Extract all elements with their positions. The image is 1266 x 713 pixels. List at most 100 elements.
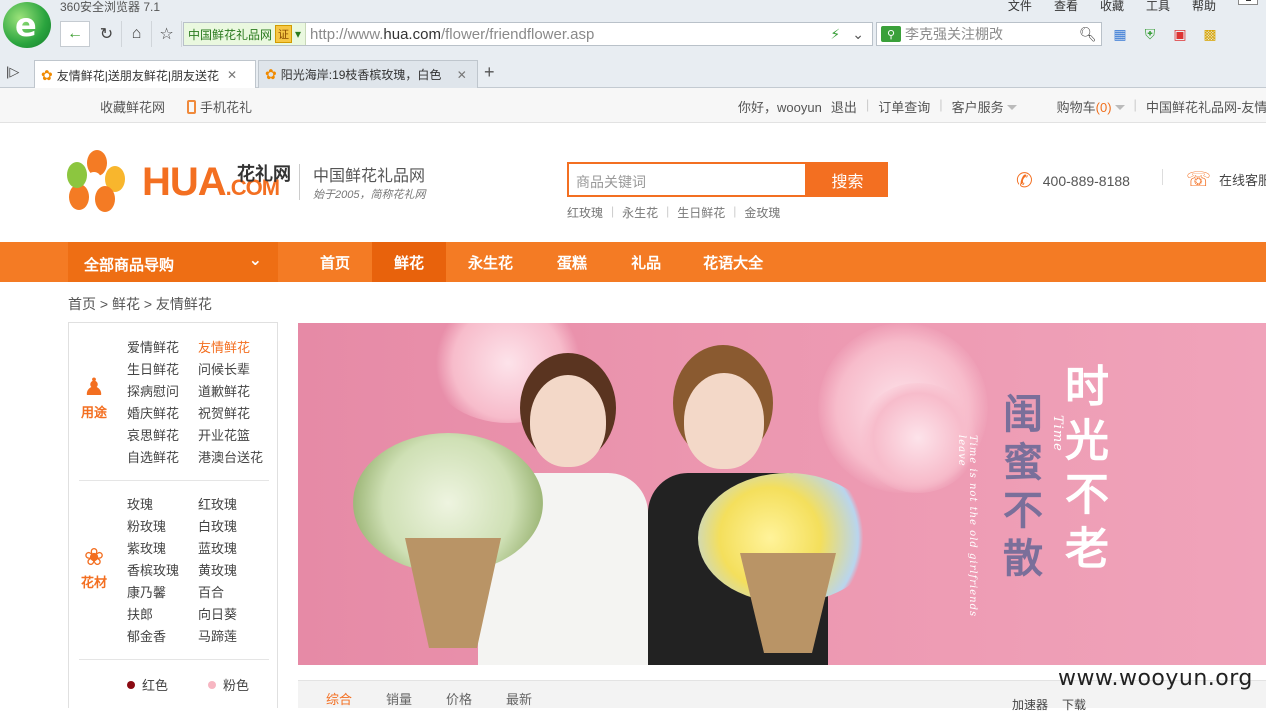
sidebar-item[interactable]: 郁金香 [127,626,198,648]
browser-menu: 文件 查看 收藏 工具 帮助 [1008,0,1266,14]
shield-icon[interactable]: ⛨ [1140,24,1160,44]
hot-word-link[interactable]: 红玫瑰 [567,204,603,221]
cart-count: (0) [1095,100,1112,115]
sidebar-item[interactable]: 百合 [198,582,269,604]
cart-link[interactable]: 购物车(0) [1057,97,1125,116]
address-bar[interactable]: 中国鲜花礼品网 证 ▾ http://www.hua.com/flower/fr… [183,22,873,46]
nav-gifts[interactable]: 礼品 [609,242,683,282]
nav-flowers[interactable]: 鲜花 [372,242,447,282]
logout-link[interactable]: 退出 [831,97,857,116]
browser-search[interactable]: ⚲ 李克强关注棚改 🔍︎ [876,22,1102,46]
accelerator-button[interactable]: 加速器 [1012,696,1048,713]
sidebar-item[interactable]: 婚庆鲜花 [127,403,198,425]
sidebar-item[interactable]: 黄玫瑰 [198,560,269,582]
sidebar-item[interactable]: 向日葵 [198,604,269,626]
divider [79,480,269,481]
star-icon[interactable]: ☆ [152,21,182,47]
lightning-icon[interactable]: ⚡ [830,26,840,43]
extension-icons: ▦ ⛨ ▣ ▩ [1110,24,1220,44]
search-icon[interactable]: 🔍︎ [1079,26,1101,43]
sidebar-item[interactable]: 玫瑰 [127,494,198,516]
sidebar-item[interactable]: 康乃馨 [127,582,198,604]
sidebar-item[interactable]: 白玫瑰 [198,516,269,538]
sidebar-item[interactable]: 自选鲜花 [127,447,198,469]
menu-view[interactable]: 查看 [1054,0,1078,14]
refresh-icon[interactable]: ↻ [92,21,122,47]
status-bar: 加速器 下载 [0,696,1266,712]
banner-headline-1: 时光不老 [1057,363,1108,579]
sidebar-item[interactable]: 香槟玫瑰 [127,560,198,582]
search-button[interactable]: 搜索 [807,162,888,197]
favorite-site-link[interactable]: 收藏鲜花网 [100,97,165,116]
sidebar-item[interactable]: 爱情鲜花 [127,337,198,359]
hotline-number: 400-889-8188 [1042,172,1130,189]
browser-logo-icon: e [3,2,51,48]
site-topbar: 收藏鲜花网 手机花礼 你好，wooyun 退出 | 订单查询 | 客户服务 购物… [0,88,1266,123]
nav-preserved-flowers[interactable]: 永生花 [446,242,535,282]
new-tab-icon[interactable]: + [484,62,495,83]
back-arrow-icon[interactable]: ← [60,21,90,47]
sidebar-item[interactable]: 蓝玫瑰 [198,538,269,560]
all-categories-label: 全部商品导购 [84,257,175,274]
sidebar-item[interactable]: 粉玫瑰 [127,516,198,538]
tab-active[interactable]: ✿ 友情鲜花|送朋友鲜花|朋友送花 ✕ [34,60,256,89]
color-pink-link[interactable]: 粉色 [208,675,249,694]
sidebar-item[interactable]: 马蹄莲 [198,626,269,648]
mobile-gift-link[interactable]: 手机花礼 [187,97,252,116]
sidebar-item[interactable]: 开业花篮 [198,425,269,447]
nav-home[interactable]: 首页 [298,242,372,282]
order-query-link[interactable]: 订单查询 [878,97,930,116]
material-list: 玫瑰 红玫瑰 粉玫瑰 白玫瑰 紫玫瑰 蓝玫瑰 香槟玫瑰 黄玫瑰 康乃馨 百合 扶… [127,494,269,648]
search-engine-icon[interactable]: ⚲ [881,26,901,42]
flower-favicon-icon: ✿ [265,66,277,82]
purpose-list: 爱情鲜花 友情鲜花 生日鲜花 问候长辈 探病慰问 道歉鲜花 婚庆鲜花 祝贺鲜花 … [127,337,269,469]
minimize-icon[interactable] [1238,0,1258,5]
apps-icon[interactable]: ▦ [1110,24,1130,44]
tab-background[interactable]: ✿ 阳光海岸:19枝香槟玫瑰，白色 ✕ [258,60,478,88]
all-categories-dropdown[interactable]: 全部商品导购 ⌄ [68,242,278,282]
online-service-link[interactable]: ☏ 在线客服 [1186,167,1266,192]
customer-service-menu[interactable]: 客户服务 [952,97,1017,116]
menu-file[interactable]: 文件 [1008,0,1032,14]
browser-search-input[interactable]: 李克强关注棚改 [905,24,1079,44]
url-text[interactable]: http://www.hua.com/flower/friendflower.a… [306,26,830,43]
site-logo[interactable]: HUA.COM 花礼网 中国鲜花礼品网 始于2005，简称花礼网 [67,150,432,214]
sidebar-toggle-icon[interactable]: |▷ [6,64,19,80]
pdf-icon[interactable]: ▣ [1170,24,1190,44]
nav-flower-language[interactable]: 花语大全 [683,242,783,282]
menu-favorites[interactable]: 收藏 [1100,0,1124,14]
download-button[interactable]: 下载 [1062,696,1086,713]
nav-cakes[interactable]: 蛋糕 [535,242,609,282]
hot-word-link[interactable]: 金玫瑰 [744,204,780,221]
sidebar-item[interactable]: 红玫瑰 [198,494,269,516]
hot-word-link[interactable]: 生日鲜花 [677,204,725,221]
color-red-link[interactable]: 红色 [127,675,168,694]
material-category: ❀ 花材 [80,544,107,590]
color-dot-icon [208,681,217,689]
close-icon[interactable]: ✕ [457,68,467,82]
promo-banner[interactable]: 时光不老 Time 闺蜜不散 Time is not the old girlf… [298,323,1266,665]
sidebar-item[interactable]: 紫玫瑰 [127,538,198,560]
sidebar-item[interactable]: 道歉鲜花 [198,381,269,403]
close-icon[interactable]: ✕ [227,68,237,82]
sidebar-item[interactable]: 祝贺鲜花 [198,403,269,425]
flower-icon: ❀ [83,544,105,571]
site-identity-badge[interactable]: 中国鲜花礼品网 证 ▾ [184,23,307,45]
sidebar-item[interactable]: 问候长辈 [198,359,269,381]
sidebar-item[interactable]: 生日鲜花 [127,359,198,381]
sidebar-item[interactable]: 港澳台送花 [198,447,269,469]
hot-word-link[interactable]: 永生花 [622,204,658,221]
screenshot-icon[interactable]: ▩ [1200,24,1220,44]
site-title-link[interactable]: 中国鲜花礼品网-友情鲜花 [1146,97,1266,116]
sidebar-item[interactable]: 探病慰问 [127,381,198,403]
home-icon[interactable]: ⌂ [122,21,152,47]
headset-icon: ☏ [1186,169,1212,191]
sidebar-item[interactable]: 扶郎 [127,604,198,626]
site-search-input[interactable]: 商品关键词 [567,162,807,197]
menu-help[interactable]: 帮助 [1192,0,1216,14]
breadcrumb[interactable]: 首页 > 鲜花 > 友情鲜花 [68,294,212,314]
sidebar-item[interactable]: 哀思鲜花 [127,425,198,447]
menu-tools[interactable]: 工具 [1146,0,1170,14]
sidebar-item-active[interactable]: 友情鲜花 [198,337,269,359]
chevron-down-icon[interactable]: ⌄ [852,26,864,43]
